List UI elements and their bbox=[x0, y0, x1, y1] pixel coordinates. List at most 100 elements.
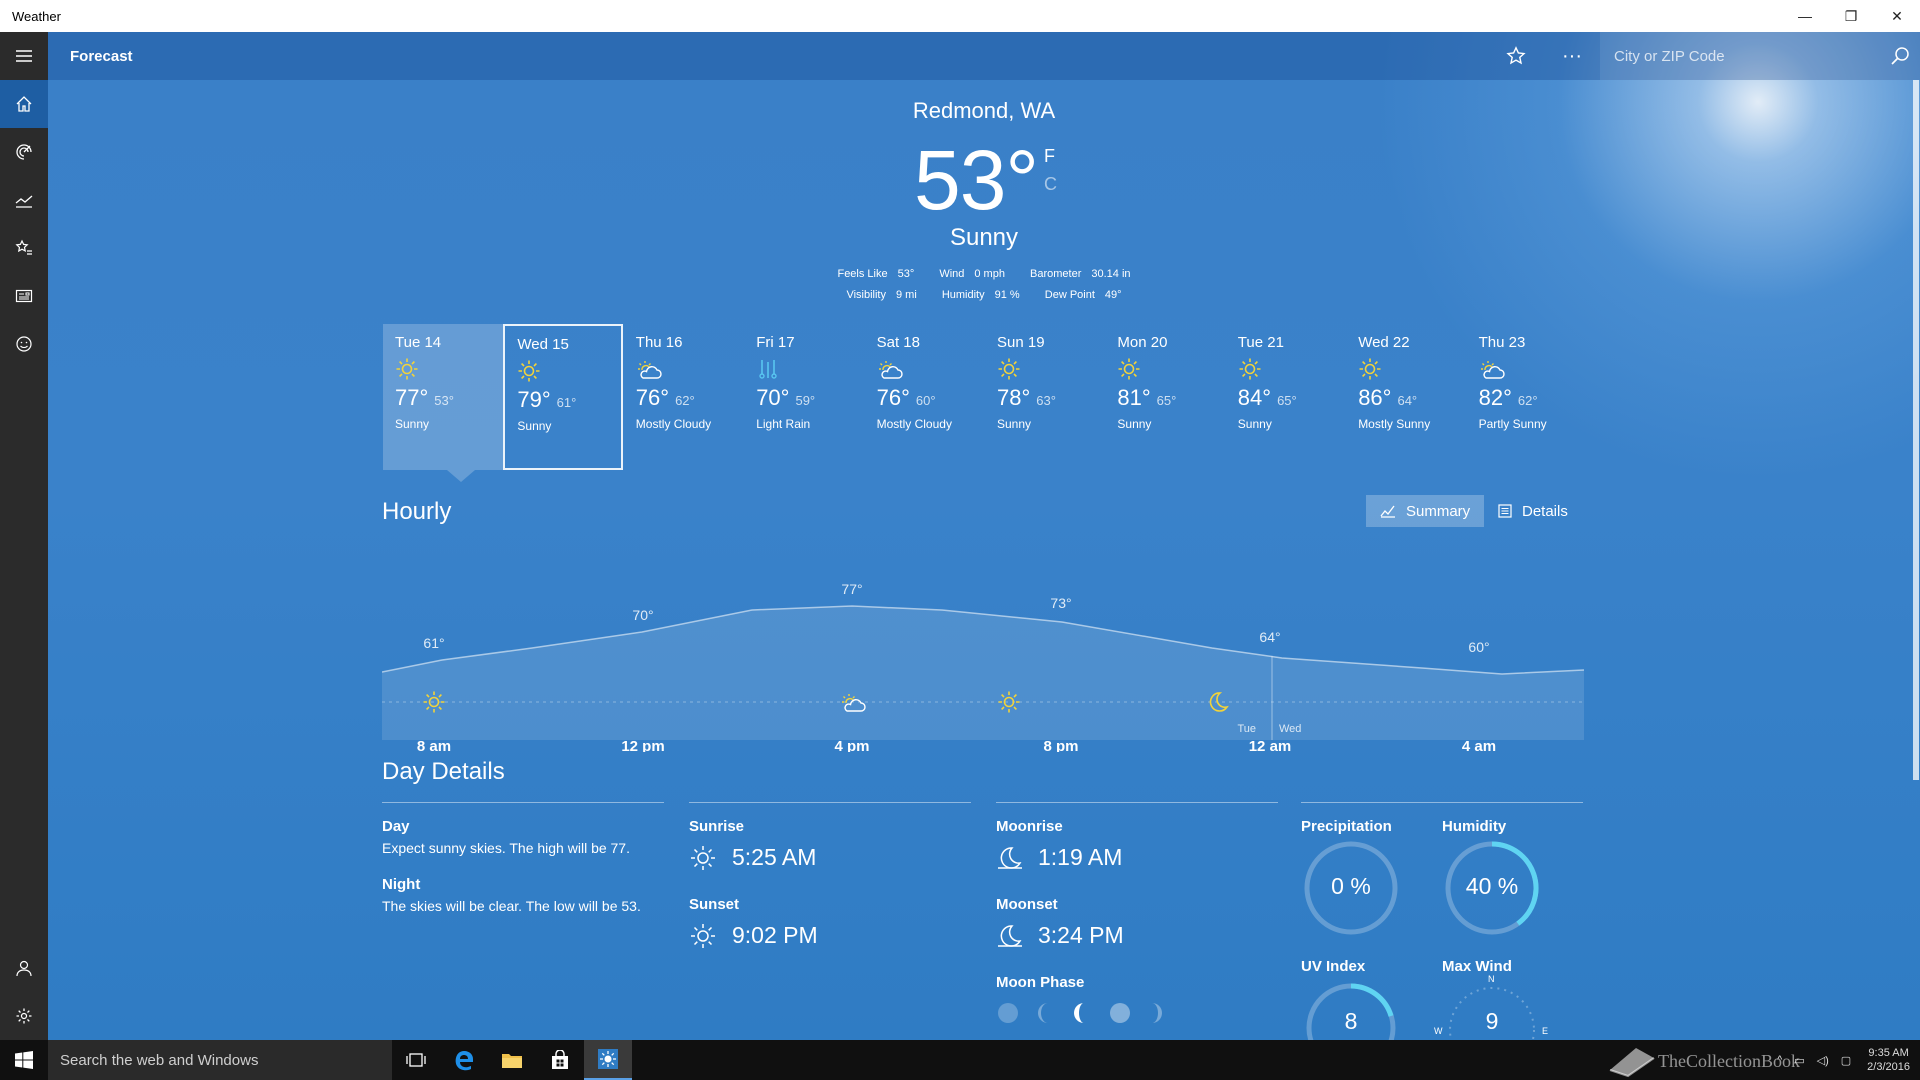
day-name: Tue 21 bbox=[1237, 334, 1284, 351]
day-card-6[interactable]: Mon 20 81° 65° Sunny bbox=[1105, 324, 1225, 470]
hourly-temp-label: 64° bbox=[1259, 629, 1280, 645]
day-low: 65° bbox=[1277, 393, 1297, 408]
moon-phase-icon bbox=[1074, 1003, 1084, 1023]
cloud-sun-icon bbox=[1479, 357, 1575, 383]
sunrise-value: 5:25 AM bbox=[732, 844, 817, 870]
unit-fahrenheit[interactable]: F bbox=[1044, 142, 1057, 170]
uv-index-value: 8 bbox=[1344, 1008, 1358, 1034]
scrollbar-thumb[interactable] bbox=[1913, 80, 1919, 780]
day-name: Sun 19 bbox=[997, 334, 1045, 351]
hourly-title: Hourly bbox=[382, 498, 452, 525]
clock-date: 2/3/2016 bbox=[1867, 1061, 1910, 1073]
hamburger-button[interactable] bbox=[0, 32, 48, 80]
search-input[interactable] bbox=[1600, 32, 1880, 80]
summary-tab[interactable]: Summary bbox=[1366, 495, 1485, 527]
nav-maps[interactable] bbox=[0, 128, 48, 176]
day-card-4[interactable]: Sat 18 76° 60° Mostly Cloudy bbox=[865, 324, 985, 470]
day-low: 61° bbox=[556, 395, 577, 410]
details-tab[interactable]: Details bbox=[1484, 495, 1582, 527]
notifications-icon[interactable]: ▢ bbox=[1835, 1054, 1857, 1067]
divider bbox=[1301, 802, 1583, 803]
day-high: 70° bbox=[756, 385, 790, 410]
day-condition: Sunny bbox=[997, 417, 1032, 431]
start-button[interactable] bbox=[0, 1040, 48, 1080]
sun-icon bbox=[1117, 357, 1213, 383]
day-high: 86° bbox=[1358, 385, 1392, 410]
humidity-label: Humidity bbox=[941, 289, 985, 301]
search-box bbox=[1600, 32, 1920, 80]
day-low: 60° bbox=[915, 393, 936, 408]
hourly-temp-label: 60° bbox=[1468, 639, 1489, 655]
day-card-0[interactable]: Tue 14 77° 53° Sunny bbox=[383, 324, 503, 470]
day-card-5[interactable]: Sun 19 78° 63° Sunny bbox=[985, 324, 1105, 470]
task-view-button[interactable] bbox=[392, 1040, 440, 1080]
details-tab-label: Details bbox=[1522, 502, 1568, 520]
title-bar: Weather — ❐ ✕ bbox=[0, 0, 1920, 32]
file-explorer-button[interactable] bbox=[488, 1040, 536, 1080]
day-temps: 78° 63° bbox=[997, 385, 1093, 411]
search-button[interactable] bbox=[1880, 46, 1920, 66]
day-card-1[interactable]: Wed 15 79° 61° Sunny bbox=[503, 324, 624, 470]
home-icon bbox=[16, 96, 32, 112]
day-low: 65° bbox=[1156, 393, 1177, 408]
day-high: 81° bbox=[1117, 385, 1151, 410]
moonset-value: 3:24 PM bbox=[1038, 922, 1124, 948]
nav-historical[interactable] bbox=[0, 176, 48, 224]
unit-celsius[interactable]: C bbox=[1044, 170, 1057, 198]
night-label: Night bbox=[382, 876, 421, 893]
nav-places[interactable] bbox=[0, 224, 48, 272]
day-card-3[interactable]: Fri 17 70° 59° Light Rain bbox=[744, 324, 864, 470]
feels-like-value: 53° bbox=[897, 268, 915, 280]
hourly-chart: 61° 70° 77° 73° 64° 60° 8 am 12 pm 4 pm 8 pm 12 am… bbox=[382, 581, 1584, 752]
close-button[interactable]: ✕ bbox=[1874, 0, 1920, 32]
day-temps: 81° 65° bbox=[1117, 385, 1213, 411]
day-temps: 77° 53° bbox=[395, 385, 491, 411]
person-icon bbox=[16, 960, 32, 977]
day-card-8[interactable]: Wed 22 86° 64° Mostly Sunny bbox=[1346, 324, 1466, 470]
store-icon bbox=[552, 1050, 568, 1069]
compass-e: E bbox=[1542, 1026, 1549, 1036]
taskbar-search[interactable]: Search the web and Windows bbox=[48, 1040, 392, 1080]
day-name: Tue 14 bbox=[395, 334, 442, 351]
day-card-7[interactable]: Tue 21 84° 65° Sunny bbox=[1226, 324, 1346, 470]
hourly-time-label: 12 am bbox=[1249, 738, 1292, 752]
day-boundary-label: Wed bbox=[1279, 723, 1301, 735]
clock[interactable]: 9:35 AM 2/3/2016 bbox=[1857, 1046, 1920, 1074]
moonset-icon bbox=[998, 925, 1022, 947]
day-card-2[interactable]: Thu 16 76° 62° Mostly Cloudy bbox=[624, 324, 744, 470]
day-condition: Mostly Sunny bbox=[1358, 417, 1431, 431]
day-condition: Sunny bbox=[1117, 417, 1152, 431]
watermark: TheCollectionBook bbox=[1606, 1044, 1800, 1078]
nav-account[interactable] bbox=[0, 944, 48, 992]
more-button[interactable]: ··· bbox=[1544, 32, 1600, 80]
day-temps: 76° 60° bbox=[877, 385, 973, 411]
humidity-label: Humidity bbox=[1442, 818, 1507, 835]
day-high: 77° bbox=[395, 385, 429, 410]
favorite-button[interactable] bbox=[1488, 32, 1544, 80]
sun-icon bbox=[1238, 357, 1334, 383]
nav-news[interactable] bbox=[0, 272, 48, 320]
volume-icon[interactable]: ◁) bbox=[1811, 1054, 1835, 1067]
store-button[interactable] bbox=[536, 1040, 584, 1080]
day-name: Fri 17 bbox=[756, 334, 795, 351]
day-card-9[interactable]: Thu 23 82° 62° Partly Sunny bbox=[1467, 324, 1587, 470]
restore-button[interactable]: ❐ bbox=[1828, 0, 1874, 32]
current-condition: Sunny bbox=[949, 224, 1019, 251]
moonrise-icon bbox=[998, 847, 1022, 869]
minimize-button[interactable]: — bbox=[1782, 0, 1828, 32]
moonrise-label: Moonrise bbox=[996, 818, 1063, 835]
nav-feedback[interactable] bbox=[0, 320, 48, 368]
weather-app-button[interactable] bbox=[584, 1040, 632, 1080]
hourly-temp-label: 61° bbox=[423, 635, 444, 651]
night-text: The skies will be clear. The low will be… bbox=[382, 898, 641, 914]
edge-button[interactable] bbox=[440, 1040, 488, 1080]
day-condition: Partly Sunny bbox=[1478, 417, 1547, 431]
day-low: 53° bbox=[434, 393, 454, 408]
day-high: 84° bbox=[1237, 385, 1272, 410]
nav-rail bbox=[0, 32, 48, 1040]
nav-settings[interactable] bbox=[0, 992, 48, 1040]
day-name: Thu 23 bbox=[1478, 334, 1526, 351]
nav-forecast[interactable] bbox=[0, 80, 48, 128]
chart-icon bbox=[15, 195, 33, 208]
wind-value: 0 mph bbox=[974, 268, 1005, 280]
